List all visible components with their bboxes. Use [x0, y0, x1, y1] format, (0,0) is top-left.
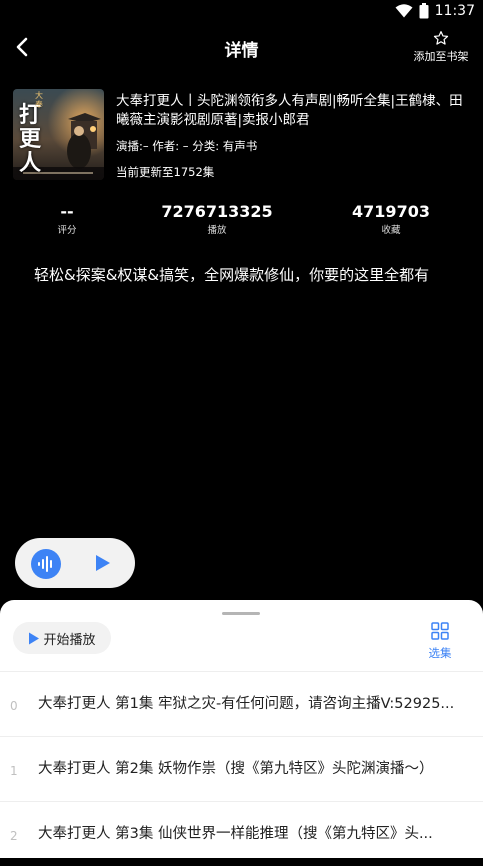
plays-label: 播放: [207, 225, 227, 236]
rating-label: 评分: [57, 225, 77, 236]
episode-sheet: 开始播放 选集 0 大奉打更人 第1集 牢狱之灾-有任何问题，请咨询主播V:52…: [0, 600, 483, 858]
add-to-shelf-label: 添加至书架: [413, 50, 469, 63]
episode-title: 大奉打更人 第1集 牢狱之灾-有任何问题，请咨询主播V:52925...: [38, 696, 455, 712]
sheet-drag-handle[interactable]: [222, 612, 260, 615]
book-title: 大奉打更人丨头陀渊领衔多人有声剧|畅听全集|王鹤棣、田曦薇主演影视剧原著|卖报小…: [116, 93, 463, 128]
stat-plays: 7276713325 播放: [157, 202, 277, 237]
episode-title: 大奉打更人 第2集 妖物作祟（搜《第九特区》头陀渊演播～）: [38, 761, 434, 777]
cover-seal-text: 大奉: [35, 91, 43, 109]
episode-row[interactable]: 1 大奉打更人 第2集 妖物作祟（搜《第九特区》头陀渊演播～）: [0, 737, 483, 802]
status-bar: 11:37: [0, 0, 483, 24]
add-to-shelf-button[interactable]: 添加至书架: [409, 30, 473, 64]
episode-index: 2: [10, 829, 18, 843]
episode-index: 1: [10, 764, 18, 778]
nav-bar: 详情 添加至书架: [0, 24, 483, 70]
stats-row: -- 评分 7276713325 播放 4719703 收藏: [0, 203, 483, 239]
mini-play-button[interactable]: [95, 554, 111, 576]
status-time: 11:37: [434, 3, 475, 19]
star-icon: [433, 31, 449, 45]
mini-player[interactable]: [15, 538, 135, 588]
episode-row[interactable]: 0 大奉打更人 第1集 牢狱之灾-有任何问题，请咨询主播V:52925...: [0, 672, 483, 737]
select-episode-button[interactable]: 选集: [420, 622, 460, 661]
stat-favorites: 4719703 收藏: [341, 202, 441, 237]
favorites-label: 收藏: [381, 225, 401, 236]
book-meta: 演播:– 作者: – 分类: 有声书: [116, 139, 258, 153]
episode-row[interactable]: 2 大奉打更人 第3集 仙侠世界一样能推理（搜《第九特区》头...: [0, 802, 483, 866]
play-icon: [96, 555, 110, 571]
book-cover: 打更人 大奉: [13, 89, 104, 180]
start-play-label: 开始播放: [43, 632, 96, 648]
grid-icon: [431, 622, 449, 640]
audio-wave-icon[interactable]: [31, 549, 61, 579]
cover-title-text: 打更人: [19, 102, 42, 176]
plays-value: 7276713325: [161, 202, 273, 221]
stat-rating: -- 评分: [35, 202, 99, 237]
select-episode-label: 选集: [428, 646, 452, 660]
update-status: 当前更新至1752集: [116, 165, 215, 179]
episode-title: 大奉打更人 第3集 仙侠世界一样能推理（搜《第九特区》头...: [38, 826, 433, 842]
episode-index: 0: [10, 699, 18, 713]
start-play-button[interactable]: 开始播放: [13, 622, 111, 654]
status-icons: 11:37: [395, 3, 475, 19]
book-description: 轻松&探案&权谋&搞笑，全网爆款修仙，你要的这里全都有: [34, 266, 430, 284]
favorites-value: 4719703: [352, 202, 430, 221]
wifi-icon: [395, 4, 413, 18]
book-info: 大奉打更人丨头陀渊领衔多人有声剧|畅听全集|王鹤棣、田曦薇主演影视剧原著|卖报小…: [116, 92, 471, 180]
battery-icon: [419, 3, 429, 19]
play-icon: [29, 632, 40, 644]
rating-value: --: [60, 202, 74, 221]
